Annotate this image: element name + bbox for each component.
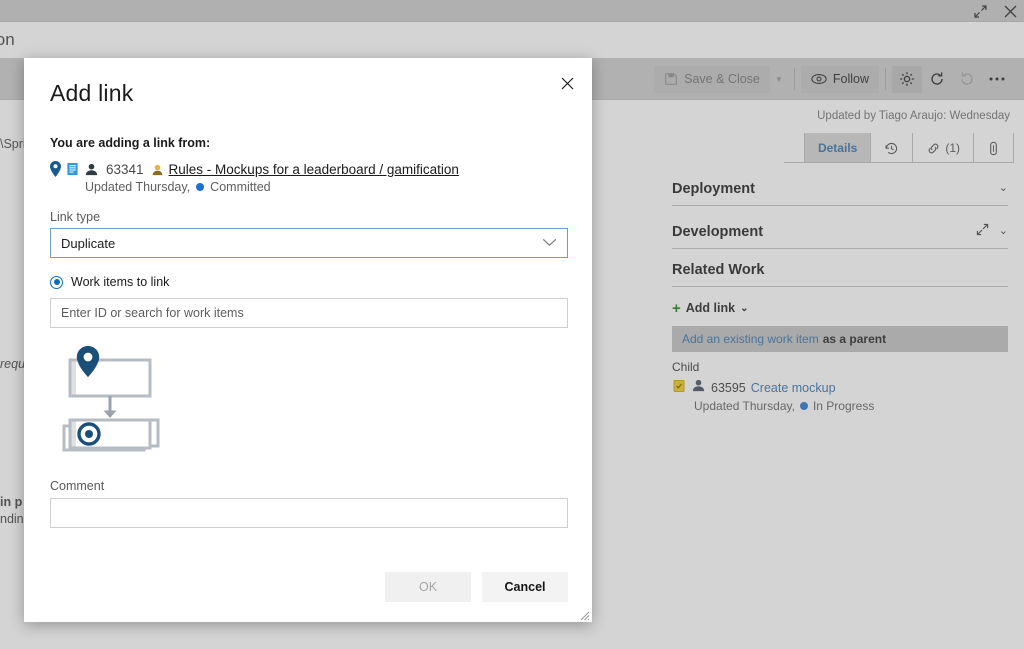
bg-fragment-1: \Spri <box>0 137 26 151</box>
toolbar-divider-2 <box>885 68 886 90</box>
link-direction-illustration <box>56 344 568 461</box>
link-type-value: Duplicate <box>61 236 115 251</box>
add-existing-work-item-link[interactable]: Add an existing work item <box>682 332 819 346</box>
work-item-type-icon <box>672 379 686 398</box>
chevron-down-icon[interactable]: ⌄ <box>999 183 1008 194</box>
heading-text: mification <box>0 30 15 49</box>
related-work-title: Related Work <box>672 262 1008 286</box>
add-link-dialog: Add link You are adding a link from: 633… <box>24 58 592 622</box>
comment-label: Comment <box>50 479 568 493</box>
follow-button[interactable]: Follow <box>801 66 879 93</box>
section-related-work: Related Work + Add link ⌄ Add an existin… <box>672 262 1008 413</box>
chevron-down-icon: ⌄ <box>740 303 748 314</box>
gear-icon[interactable] <box>892 66 922 93</box>
ok-button[interactable]: OK <box>385 572 471 602</box>
more-ellipsis-icon[interactable] <box>982 66 1012 93</box>
child-group-label: Child <box>672 360 1008 374</box>
toolbar-divider-1 <box>794 68 795 90</box>
development-title: Development <box>672 224 763 240</box>
related-work-item-row[interactable]: 63595 Create mockup <box>672 378 1008 398</box>
state-dot-icon <box>800 402 808 410</box>
chevron-down-icon <box>542 234 557 252</box>
add-parent-banner[interactable]: Add an existing work item as a parent <box>672 326 1008 352</box>
detail-tabs: Details (1) <box>804 133 1014 163</box>
bg-fragment-3: in p <box>0 495 22 509</box>
source-state-text: Committed <box>210 180 270 194</box>
add-link-button[interactable]: + Add link ⌄ <box>672 295 1008 321</box>
link-type-select[interactable]: Duplicate <box>50 228 568 258</box>
work-items-to-link-label: Work items to link <box>71 275 169 289</box>
work-item-search-placeholder: Enter ID or search for work items <box>61 306 244 320</box>
dialog-footer: OK Cancel <box>385 572 568 602</box>
refresh-icon[interactable] <box>922 66 952 93</box>
follow-label: Follow <box>833 72 869 86</box>
plus-icon: + <box>672 301 681 316</box>
work-items-to-link-radio[interactable]: Work items to link <box>50 275 568 289</box>
related-work-item-title[interactable]: Create mockup <box>751 381 836 395</box>
save-icon <box>664 72 678 86</box>
comment-input[interactable] <box>50 498 568 528</box>
expand-icon[interactable] <box>976 223 989 241</box>
source-work-item-title[interactable]: Rules - Mockups for a leaderboard / gami… <box>169 162 459 177</box>
related-work-item-updated: Updated Thursday, <box>694 399 795 413</box>
maximize-icon[interactable] <box>972 3 988 19</box>
state-dot-icon <box>196 183 204 191</box>
location-pin-icon <box>50 161 61 177</box>
related-work-item-status: Updated Thursday, In Progress <box>694 399 1008 413</box>
save-and-close-label: Save & Close <box>684 72 760 86</box>
attachment-icon <box>987 141 1000 156</box>
avatar-icon <box>84 162 99 177</box>
history-icon <box>884 141 899 156</box>
related-work-item-state: In Progress <box>813 399 874 413</box>
deployment-title: Deployment <box>672 181 755 197</box>
link-icon <box>926 141 941 156</box>
eye-icon <box>811 73 827 85</box>
save-and-close-caret[interactable]: ▾ <box>770 74 788 85</box>
radio-selected-icon <box>50 276 63 289</box>
as-a-parent-text: as a parent <box>823 332 886 346</box>
dialog-title: Add link <box>50 80 133 107</box>
close-icon[interactable] <box>1002 3 1018 19</box>
link-type-label: Link type <box>50 210 568 224</box>
section-development[interactable]: Development ⌄ <box>672 215 1008 249</box>
resize-grip-icon[interactable] <box>578 608 590 620</box>
window-titlebar <box>0 0 1024 22</box>
updated-by-text: Updated by Tiago Araujo: Wednesday <box>817 110 1010 122</box>
tab-details-label: Details <box>818 141 857 155</box>
tabs-underline <box>784 162 1014 163</box>
source-label: You are adding a link from: <box>50 136 568 150</box>
avatar-icon <box>691 378 706 398</box>
tab-details[interactable]: Details <box>804 133 871 163</box>
source-work-item-id: 63341 <box>106 162 144 177</box>
related-work-item-id: 63595 <box>711 381 746 395</box>
section-deployment[interactable]: Deployment ⌄ <box>672 172 1008 206</box>
work-item-type-icon <box>66 162 79 176</box>
person-emoji-icon <box>151 163 164 176</box>
undo-icon <box>952 66 982 93</box>
dialog-close-icon[interactable] <box>554 70 580 96</box>
window-controls <box>972 3 1018 19</box>
tab-attachments[interactable] <box>974 133 1014 163</box>
save-and-close-button[interactable]: Save & Close <box>654 66 770 93</box>
tab-links-count: (1) <box>945 141 960 155</box>
source-work-item-status: Updated Thursday, Committed <box>85 180 568 194</box>
work-item-title-fragment: mification <box>0 30 15 50</box>
tab-history[interactable] <box>871 133 913 163</box>
source-work-item-row: 63341 Rules - Mockups for a leaderboard … <box>50 161 568 177</box>
cancel-button[interactable]: Cancel <box>482 572 568 602</box>
chevron-down-icon[interactable]: ⌄ <box>999 226 1008 237</box>
bg-fragment-2: requ <box>0 357 25 371</box>
source-updated-text: Updated Thursday, <box>85 180 190 194</box>
tab-links[interactable]: (1) <box>913 133 974 163</box>
add-link-label: Add link <box>686 301 735 315</box>
work-item-search-input[interactable]: Enter ID or search for work items <box>50 298 568 328</box>
